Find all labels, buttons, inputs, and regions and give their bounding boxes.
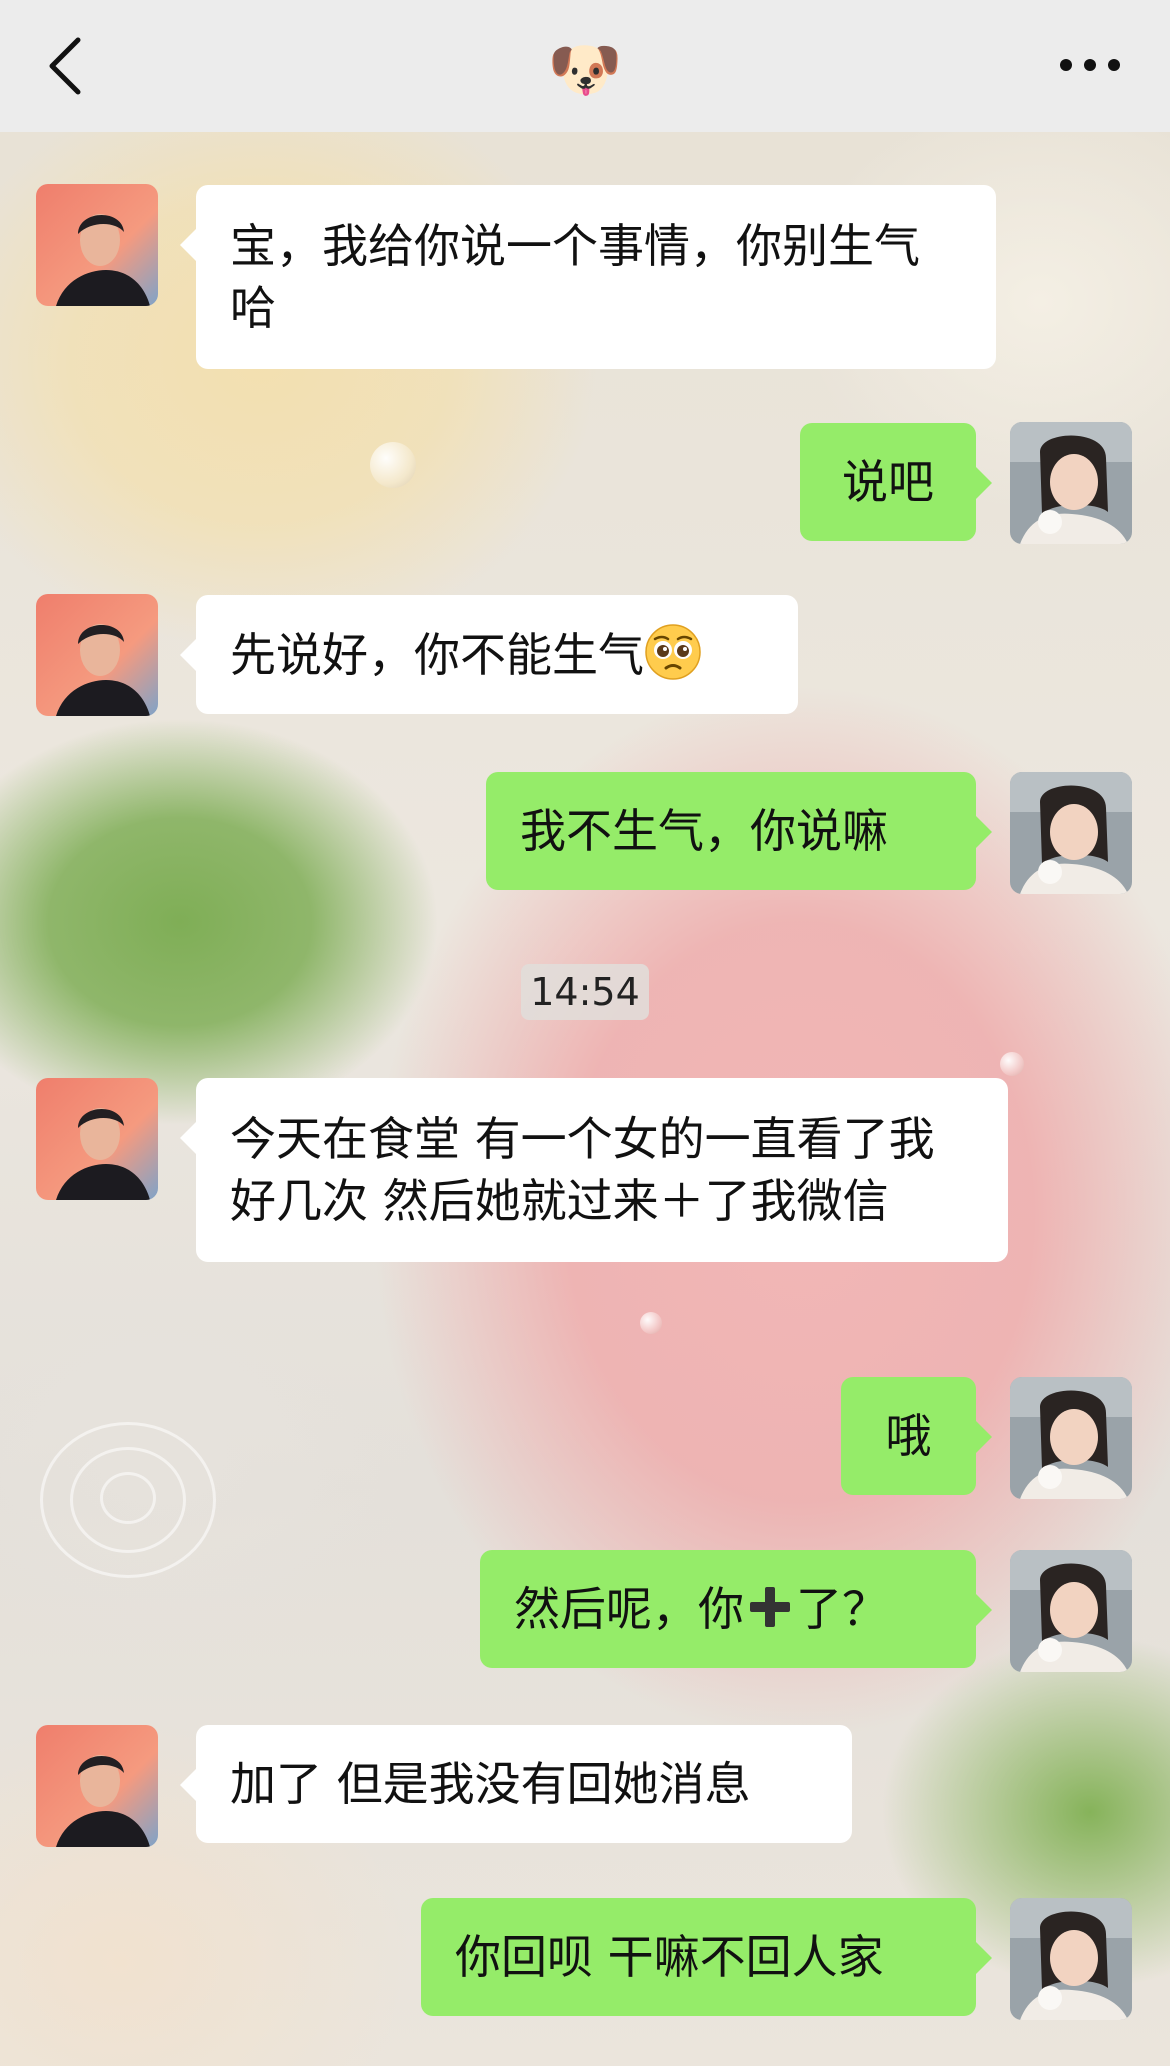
my-avatar-image [1010, 1377, 1132, 1499]
message-text-after: 了？ [796, 1582, 888, 1636]
message-bubble-outgoing[interactable]: 说吧 [800, 423, 992, 541]
contact-avatar-image [36, 1078, 158, 1200]
my-avatar-image [1010, 1550, 1132, 1672]
contact-avatar[interactable] [36, 594, 158, 716]
message-bubble-incoming[interactable]: 加了 但是我没有回她消息 [180, 1725, 852, 1843]
more-options-button[interactable] [1050, 30, 1130, 100]
contact-avatar[interactable] [36, 184, 158, 306]
more-horizontal-icon [1060, 59, 1120, 71]
contact-avatar-image [36, 184, 158, 306]
water-drop-decoration [1000, 1052, 1024, 1076]
chevron-left-icon [49, 37, 81, 95]
message-bubble-outgoing[interactable]: 然后呢，你 了？ [480, 1550, 992, 1668]
my-avatar-image [1010, 422, 1132, 544]
heavy-plus-icon [750, 1587, 790, 1627]
chat-title-dog-face-icon: 🐶 [547, 35, 623, 105]
my-avatar[interactable] [1010, 1898, 1132, 2020]
my-avatar-image [1010, 772, 1132, 894]
message-bubble-outgoing[interactable]: 你回呗 干嘛不回人家 [421, 1898, 992, 2016]
message-bubble-incoming[interactable]: 今天在食堂 有一个女的一直看了我好几次 然后她就过来＋了我微信 [180, 1078, 1008, 1262]
timestamp-divider: 14:54 [521, 964, 649, 1020]
pleading-face-emoji-icon [645, 624, 701, 680]
message-bubble-outgoing[interactable]: 我不生气，你说嘛 [486, 772, 992, 890]
contact-avatar[interactable] [36, 1078, 158, 1200]
my-avatar[interactable] [1010, 1377, 1132, 1499]
water-ripple-decoration [100, 1472, 156, 1524]
message-text: 先说好，你不能生气 [230, 628, 644, 682]
back-button[interactable] [38, 28, 94, 104]
water-drop-decoration [640, 1312, 662, 1334]
my-avatar[interactable] [1010, 772, 1132, 894]
chat-header: 🐶 [0, 0, 1170, 132]
my-avatar[interactable] [1010, 422, 1132, 544]
contact-avatar-image [36, 1725, 158, 1847]
my-avatar-image [1010, 1898, 1132, 2020]
contact-avatar[interactable] [36, 1725, 158, 1847]
contact-avatar-image [36, 594, 158, 716]
message-bubble-incoming[interactable]: 先说好，你不能生气 [180, 595, 798, 714]
message-bubble-incoming[interactable]: 宝，我给你说一个事情，你别生气哈 [180, 185, 996, 369]
my-avatar[interactable] [1010, 1550, 1132, 1672]
water-drop-decoration [370, 442, 416, 488]
message-text-before: 然后呢，你 [514, 1582, 744, 1636]
message-bubble-outgoing[interactable]: 哦 [841, 1377, 992, 1495]
